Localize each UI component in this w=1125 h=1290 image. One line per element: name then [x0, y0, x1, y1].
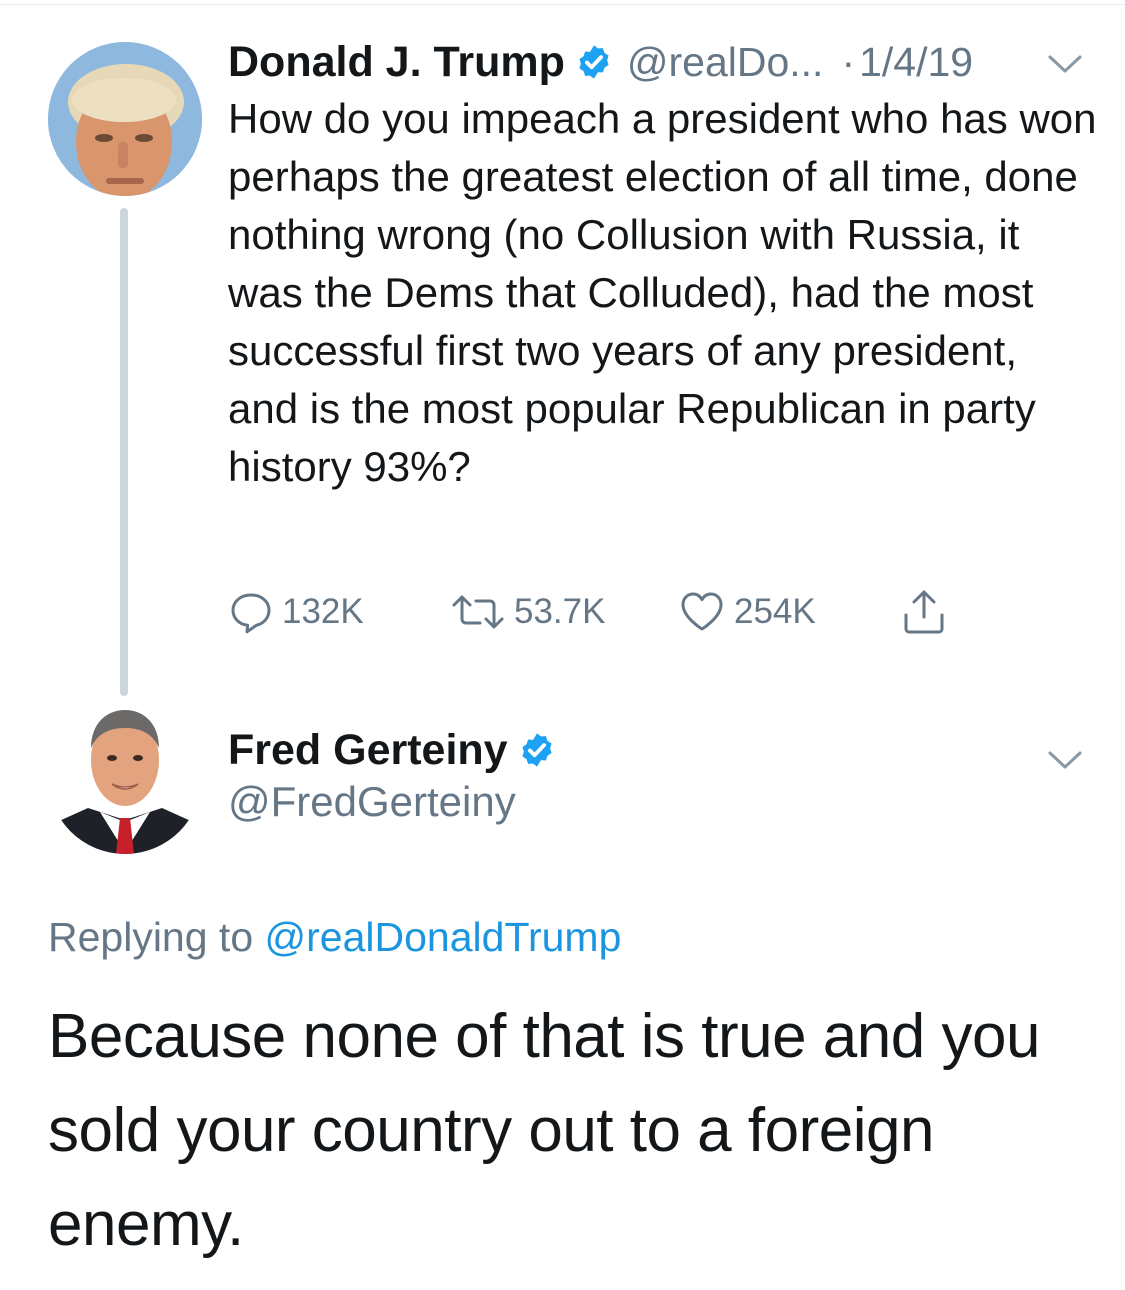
replying-to-line: Replying to @realDonaldTrump — [48, 914, 621, 961]
avatar-trump[interactable] — [48, 42, 202, 196]
replying-to-label: Replying to — [48, 914, 254, 960]
reply-author-handle[interactable]: @FredGerteiny — [228, 778, 516, 826]
avatar-trump-image — [48, 42, 202, 196]
retweet-button[interactable]: 53.7K — [450, 586, 605, 638]
share-icon — [904, 590, 944, 634]
avatar-fred-image — [48, 700, 202, 854]
tweet-author-handle[interactable]: @realDo... — [627, 39, 824, 86]
meta-separator: · — [841, 38, 856, 85]
replying-to-mention[interactable]: @realDonaldTrump — [265, 914, 622, 960]
share-button[interactable] — [900, 586, 948, 638]
thread-connector-line — [120, 208, 128, 696]
chevron-down-icon[interactable] — [1046, 748, 1084, 772]
tweet-date[interactable]: 1/4/19 — [859, 39, 973, 86]
reply-body-text: Because none of that is true and you sol… — [48, 1002, 1040, 1259]
tweet-author-name[interactable]: Donald J. Trump — [228, 38, 565, 87]
reply-icon — [231, 593, 271, 634]
tweet-header: Donald J. Trump @realDo... · 1/4/19 — [228, 34, 973, 90]
heart-icon — [681, 592, 723, 631]
chevron-down-icon[interactable] — [1046, 52, 1084, 76]
like-button[interactable]: 254K — [678, 586, 816, 638]
avatar-fred[interactable] — [48, 700, 202, 854]
retweet-count: 53.7K — [514, 592, 606, 631]
reply-button[interactable]: 132K — [228, 586, 364, 638]
verified-badge-icon — [522, 733, 552, 767]
reply-author-name[interactable]: Fred Gerteiny — [228, 726, 508, 775]
tweet-body-text: How do you impeach a president who has w… — [228, 95, 1097, 490]
reply-count: 132K — [282, 592, 364, 631]
top-divider — [0, 4, 1125, 5]
like-count: 254K — [734, 592, 816, 631]
retweet-icon — [452, 595, 504, 629]
verified-badge-icon — [579, 45, 609, 79]
reply-header: Fred Gerteiny — [228, 722, 556, 778]
